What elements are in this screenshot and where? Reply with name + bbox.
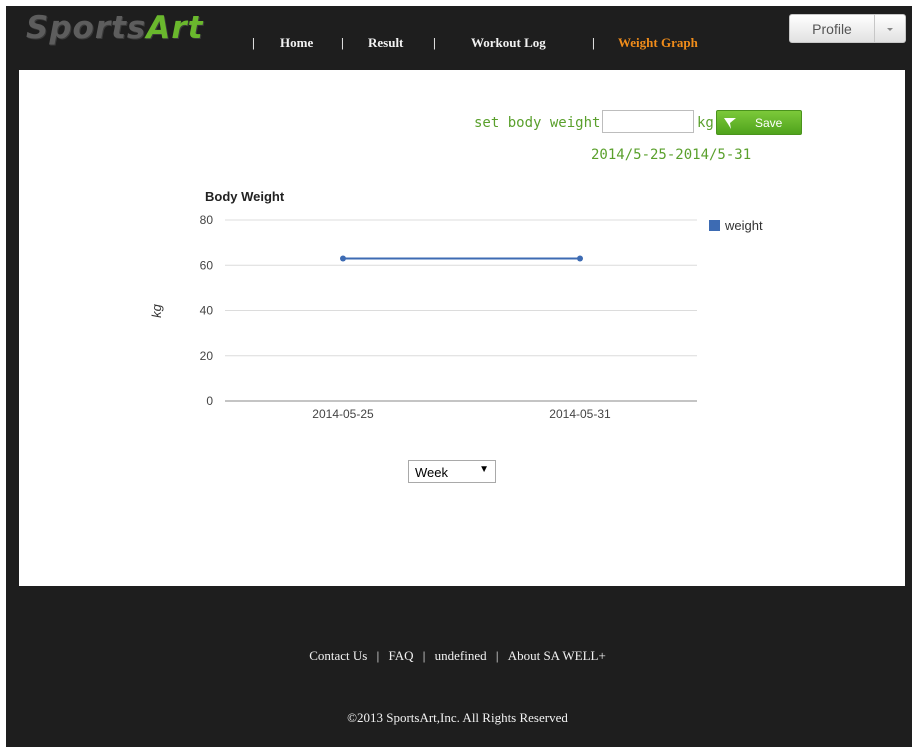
y-tick-label: 40 <box>200 304 214 318</box>
data-point-weight[interactable] <box>340 255 346 262</box>
x-tick-label: 2014-05-25 <box>312 407 374 421</box>
chart-title: Body Weight <box>205 189 285 204</box>
period-select[interactable]: Week ▼ <box>408 460 496 483</box>
period-select-value: Week <box>415 465 448 480</box>
profile-dropdown-toggle[interactable] <box>875 14 906 43</box>
y-tick-label: 60 <box>200 258 214 272</box>
y-tick-label: 80 <box>200 213 214 227</box>
footer-link-about[interactable]: About SA WELL+ <box>508 648 606 663</box>
nav-weight-graph[interactable]: Weight Graph <box>618 35 698 51</box>
legend-swatch-weight <box>709 220 720 231</box>
logo-text: Sports <box>26 10 147 46</box>
nav-home[interactable]: Home <box>280 35 313 51</box>
footer-separator: | <box>376 648 380 663</box>
footer-separator: | <box>422 648 426 663</box>
copyright-text: ©2013 SportsArt,Inc. All Rights Reserved <box>347 710 568 725</box>
y-tick-label: 20 <box>200 349 214 363</box>
nav-separator: | <box>252 35 255 50</box>
body-weight-chart: Body Weight kg 0 20 40 60 80 2014-05-25 2014-… <box>149 189 763 421</box>
data-point-weight[interactable] <box>577 255 583 262</box>
legend-label-weight: weight <box>724 218 763 233</box>
sportsart-logo[interactable]: SportsArt <box>26 10 203 46</box>
nav-separator: | <box>433 35 436 50</box>
nav-workout-log[interactable]: Workout Log <box>471 35 546 51</box>
footer-separator: | <box>495 648 499 663</box>
nav-separator: | <box>341 35 344 50</box>
footer-link-faq[interactable]: FAQ <box>388 648 413 663</box>
footer-link-undefined[interactable]: undefined <box>435 648 487 663</box>
dropdown-arrow-icon: ▼ <box>479 464 489 475</box>
profile-button[interactable]: Profile <box>789 14 875 43</box>
y-tick-label: 0 <box>206 394 213 408</box>
footer-links: Contact Us | FAQ | undefined | About SA … <box>0 648 915 664</box>
footer-link-contact[interactable]: Contact Us <box>309 648 367 663</box>
x-tick-label: 2014-05-31 <box>549 407 611 421</box>
main-panel: set body weight: kg Save 2014/5-25-2014/… <box>19 70 905 586</box>
nav-result[interactable]: Result <box>368 35 403 51</box>
nav-separator: | <box>592 35 595 50</box>
logo-accent-text: Art <box>146 10 204 46</box>
y-axis-label: kg <box>149 303 164 318</box>
